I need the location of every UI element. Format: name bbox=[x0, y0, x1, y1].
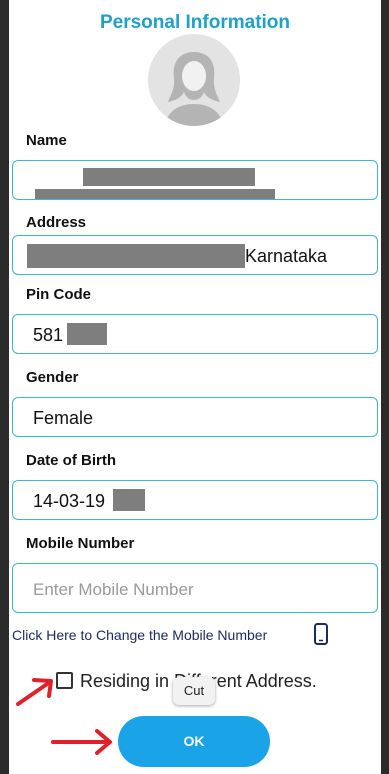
change-mobile-link[interactable]: Click Here to Change the Mobile Number bbox=[12, 627, 267, 643]
gender-field[interactable]: Female bbox=[12, 397, 378, 437]
annotation-arrow-icon bbox=[51, 729, 112, 755]
gender-label: Gender bbox=[26, 369, 79, 386]
name-label: Name bbox=[26, 132, 67, 149]
redacted-block bbox=[83, 168, 255, 186]
annotation-arrow-icon bbox=[16, 678, 53, 706]
residing-checkbox[interactable] bbox=[56, 672, 73, 689]
redacted-block bbox=[35, 189, 275, 199]
background-edge-right bbox=[381, 0, 389, 774]
address-field[interactable]: Karnataka bbox=[12, 235, 378, 275]
mobile-placeholder: Enter Mobile Number bbox=[33, 580, 194, 599]
pin-code-label: Pin Code bbox=[26, 286, 92, 303]
pin-code-field[interactable]: 581 bbox=[12, 314, 378, 354]
pin-code-value: 581 bbox=[33, 325, 64, 345]
address-label: Address bbox=[26, 214, 87, 231]
gender-value: Female bbox=[33, 408, 94, 428]
mobile-number-field[interactable]: Enter Mobile Number bbox=[12, 563, 378, 613]
dob-field[interactable]: 14-03-19 bbox=[12, 480, 378, 520]
dialog-title: Personal Information bbox=[99, 12, 291, 33]
cut-menu-item[interactable]: Cut bbox=[173, 677, 215, 705]
personal-info-dialog: Personal Information Name Address Karnat… bbox=[9, 0, 381, 774]
dob-label: Date of Birth bbox=[26, 452, 116, 469]
address-value: Karnataka bbox=[245, 246, 328, 266]
avatar-icon bbox=[148, 34, 240, 126]
redacted-block bbox=[113, 489, 145, 511]
background-edge-left bbox=[0, 0, 9, 774]
redacted-block bbox=[27, 244, 245, 268]
ok-button[interactable]: OK bbox=[118, 716, 270, 767]
dob-value: 14-03-19 bbox=[33, 491, 106, 511]
mobile-label: Mobile Number bbox=[26, 535, 135, 552]
phone-icon[interactable] bbox=[314, 623, 328, 650]
redacted-block bbox=[67, 323, 107, 345]
